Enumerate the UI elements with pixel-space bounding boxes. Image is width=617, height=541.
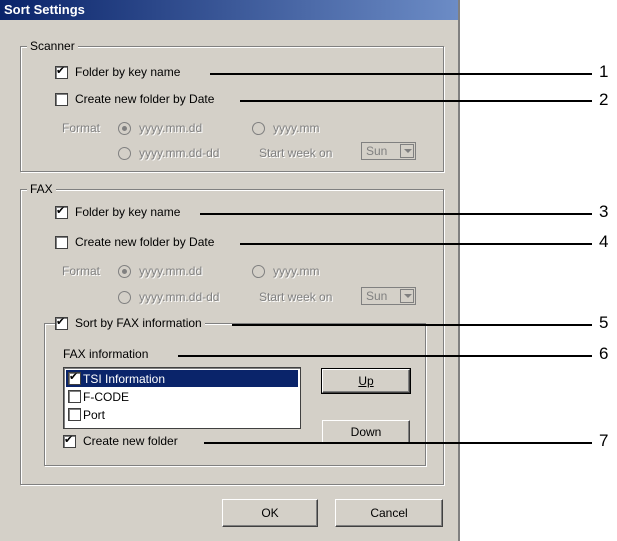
scanner-start-week-value: Sun xyxy=(366,144,388,158)
fax-radio-yyyymmdd-dd[interactable]: yyyy.mm.dd-dd xyxy=(118,290,219,304)
radio-unselected-icon xyxy=(252,121,265,135)
checkbox-checked-icon xyxy=(63,433,76,448)
checkbox-unchecked-icon xyxy=(55,92,68,106)
scanner-opt-ymd-label: yyyy.mm.dd xyxy=(139,121,203,135)
radio-unselected-icon xyxy=(118,146,131,160)
scanner-legend: Scanner xyxy=(27,39,78,53)
radio-selected-icon xyxy=(118,264,131,278)
callout-number-3: 3 xyxy=(599,202,609,221)
callout-line-7 xyxy=(204,442,592,444)
scanner-start-week-select[interactable]: Sun xyxy=(361,142,416,160)
list-item[interactable]: TSI Information xyxy=(66,370,298,387)
callout-number-6: 6 xyxy=(599,344,609,363)
checkbox-checked-icon xyxy=(55,204,68,219)
fax-legend: FAX xyxy=(27,182,56,196)
radio-unselected-icon xyxy=(118,290,131,304)
down-button[interactable]: Down xyxy=(322,420,410,444)
checkbox-unchecked-icon[interactable] xyxy=(68,390,81,403)
list-item[interactable]: Port xyxy=(66,406,298,423)
fax-radio-yyyymm[interactable]: yyyy.mm xyxy=(252,264,319,278)
fax-opt-ymd-dd-label: yyyy.mm.dd-dd xyxy=(139,290,220,304)
radio-selected-icon xyxy=(118,121,131,135)
checkbox-checked-icon[interactable] xyxy=(68,370,81,385)
scanner-radio-yyyymmdd-dd[interactable]: yyyy.mm.dd-dd xyxy=(118,146,219,160)
scanner-radio-yyyymmdd[interactable]: yyyy.mm.dd xyxy=(118,121,202,135)
radio-unselected-icon xyxy=(252,264,265,278)
down-button-label: Down xyxy=(350,425,382,439)
fax-create-by-date-label: Create new folder by Date xyxy=(75,235,215,249)
title-bar: Sort Settings xyxy=(0,0,458,20)
fax-folder-by-key-label: Folder by key name xyxy=(75,205,181,219)
ok-button[interactable]: OK xyxy=(222,499,318,527)
scanner-start-week-label: Start week on xyxy=(259,146,333,160)
scanner-create-by-date-checkbox[interactable]: Create new folder by Date xyxy=(55,92,214,106)
checkbox-unchecked-icon[interactable] xyxy=(68,408,81,421)
fax-format-label: Format xyxy=(62,264,101,278)
fax-start-week-label: Start week on xyxy=(259,290,333,304)
fax-information-label: FAX information xyxy=(63,347,149,361)
callout-line-5 xyxy=(232,324,592,326)
scanner-format-label: Format xyxy=(62,121,101,135)
up-button-label: Up xyxy=(358,374,374,388)
fax-create-by-date-checkbox[interactable]: Create new folder by Date xyxy=(55,235,214,249)
callout-line-3 xyxy=(200,213,592,215)
scanner-folder-by-key-label: Folder by key name xyxy=(75,65,181,79)
list-item[interactable]: F-CODE xyxy=(66,388,298,405)
callout-number-5: 5 xyxy=(599,313,609,332)
dialog-title: Sort Settings xyxy=(4,2,85,17)
create-new-folder-label: Create new folder xyxy=(83,434,178,448)
callout-number-4: 4 xyxy=(599,232,609,251)
fax-opt-ym-label: yyyy.mm xyxy=(273,264,320,278)
callout-number-1: 1 xyxy=(599,62,609,81)
scanner-opt-ym-label: yyyy.mm xyxy=(273,121,320,135)
sort-settings-dialog: Sort Settings Scanner Folder by key name… xyxy=(0,0,460,541)
scanner-radio-yyyymm[interactable]: yyyy.mm xyxy=(252,121,319,135)
fax-start-week-value: Sun xyxy=(366,289,388,303)
fax-folder-by-key-checkbox[interactable]: Folder by key name xyxy=(55,204,181,219)
create-new-folder-checkbox[interactable]: Create new folder xyxy=(63,433,178,448)
callout-line-1 xyxy=(210,73,592,75)
callout-number-7: 7 xyxy=(599,431,609,450)
scanner-create-by-date-label: Create new folder by Date xyxy=(75,92,215,106)
callout-line-6 xyxy=(178,355,592,357)
cancel-button[interactable]: Cancel xyxy=(335,499,443,527)
fax-start-week-select[interactable]: Sun xyxy=(361,287,416,305)
checkbox-checked-icon xyxy=(55,315,68,330)
scanner-folder-by-key-checkbox[interactable]: Folder by key name xyxy=(55,64,181,79)
cancel-button-label: Cancel xyxy=(370,506,408,520)
callout-line-2 xyxy=(240,100,592,102)
list-item-label: F-CODE xyxy=(83,389,129,404)
callout-line-4 xyxy=(240,243,592,245)
fax-radio-yyyymmdd[interactable]: yyyy.mm.dd xyxy=(118,264,202,278)
callout-number-2: 2 xyxy=(599,90,609,109)
list-item-label: Port xyxy=(83,407,106,422)
checkbox-checked-icon xyxy=(55,64,68,79)
fax-information-list[interactable]: TSI Information F-CODE Port xyxy=(63,367,301,429)
list-item-label: TSI Information xyxy=(83,371,166,386)
fax-opt-ymd-label: yyyy.mm.dd xyxy=(139,264,203,278)
chevron-down-icon xyxy=(400,144,414,158)
chevron-down-icon xyxy=(400,289,414,303)
ok-button-label: OK xyxy=(261,506,279,520)
up-button[interactable]: Up xyxy=(321,368,411,394)
scanner-opt-ymd-dd-label: yyyy.mm.dd-dd xyxy=(139,146,220,160)
sort-by-fax-checkbox[interactable]: Sort by FAX information xyxy=(55,315,205,330)
sort-by-fax-label: Sort by FAX information xyxy=(75,316,202,330)
checkbox-unchecked-icon xyxy=(55,235,68,249)
